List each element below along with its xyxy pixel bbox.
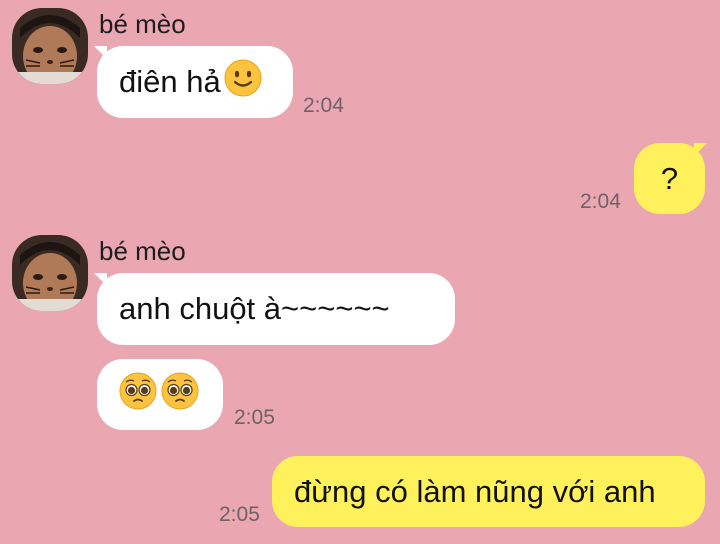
message-text: ? bbox=[660, 160, 679, 196]
message-bubble[interactable]: ? bbox=[634, 143, 705, 214]
message-timestamp: 2:05 bbox=[234, 406, 275, 429]
message-text: anh chuột à~~~~~~ bbox=[119, 291, 390, 326]
pleading-face-icon bbox=[160, 371, 200, 419]
slightly-smiling-face-icon bbox=[223, 58, 263, 106]
message-timestamp: 2:05 bbox=[219, 503, 260, 526]
message-timestamp: 2:04 bbox=[580, 190, 621, 213]
message-bubble[interactable]: anh chuột à~~~~~~ bbox=[97, 273, 455, 345]
message-text: điên hả bbox=[119, 64, 221, 99]
message-bubble[interactable]: đừng có làm nũng với anh bbox=[272, 456, 705, 527]
message-bubble[interactable]: điên hả bbox=[97, 46, 293, 118]
message-text: đừng có làm nũng với anh bbox=[294, 473, 656, 509]
sender-name: bé mèo bbox=[99, 9, 186, 39]
sender-name: bé mèo bbox=[99, 236, 186, 266]
contact-avatar[interactable] bbox=[12, 8, 88, 84]
pleading-face-icon bbox=[118, 371, 158, 419]
contact-avatar[interactable] bbox=[12, 235, 88, 311]
message-timestamp: 2:04 bbox=[303, 94, 344, 117]
message-bubble[interactable] bbox=[97, 359, 223, 430]
